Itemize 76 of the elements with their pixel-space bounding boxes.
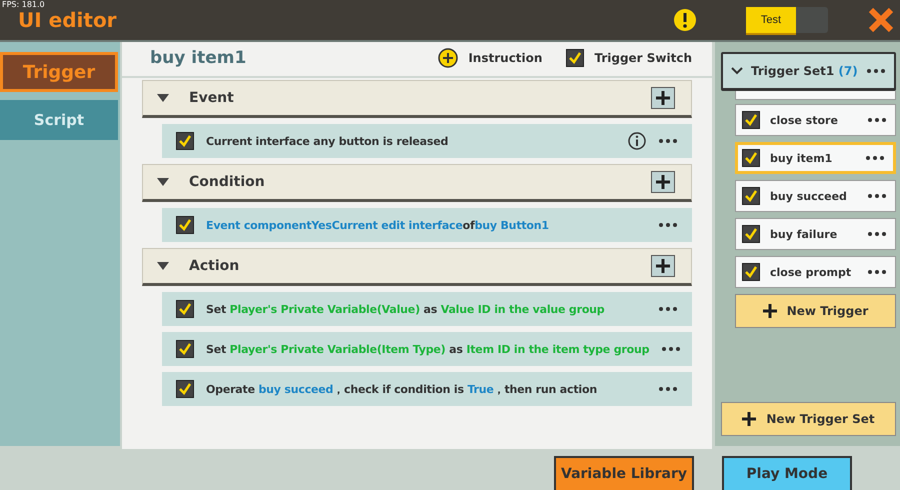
app-title: UI editor — [18, 8, 117, 32]
variable-library-button[interactable]: Variable Library — [554, 456, 694, 490]
close-icon[interactable] — [868, 7, 894, 33]
checkbox[interactable] — [176, 380, 194, 398]
rule-text: Set Player's Private Variable(Item Type) as Item ID in the item type group — [206, 342, 650, 356]
trigger-name: close store — [770, 114, 839, 126]
plus-icon — [656, 91, 670, 105]
rule-text: Operate buy succeed，check if condition is True，then run action — [206, 382, 598, 396]
section-header[interactable]: Condition — [142, 164, 692, 202]
more-icon[interactable] — [661, 346, 682, 352]
more-icon[interactable] — [867, 269, 887, 275]
rule-text: Set Player's Private Variable(Value) as Value ID in the value group — [206, 302, 606, 316]
rule-row[interactable]: Current interface any button is released — [162, 124, 692, 158]
rule-text: Event componentYesCurrent edit interfaceofbuy Button1 — [206, 218, 550, 232]
fps-counter: FPS: 181.0 — [2, 0, 45, 9]
checkbox[interactable] — [742, 187, 760, 205]
new-trigger-set-button[interactable]: New Trigger Set — [721, 402, 896, 436]
trigger-item[interactable]: buy failure — [735, 218, 896, 250]
checkbox[interactable] — [742, 263, 760, 281]
section-title: Condition — [189, 174, 266, 190]
more-icon[interactable] — [867, 231, 887, 237]
checkbox[interactable] — [176, 132, 194, 150]
plus-icon — [656, 259, 670, 273]
checkbox[interactable] — [176, 300, 194, 318]
caret-icon[interactable] — [157, 262, 169, 270]
add-button[interactable] — [651, 255, 675, 277]
trigger-item[interactable]: close prompt — [735, 256, 896, 288]
info-icon[interactable] — [628, 132, 646, 150]
more-icon[interactable] — [658, 386, 678, 392]
test-toggle[interactable]: Test — [746, 7, 828, 33]
more-icon[interactable] — [658, 138, 678, 144]
plus-icon — [762, 304, 777, 318]
more-icon[interactable] — [867, 117, 887, 123]
add-button[interactable] — [651, 87, 675, 109]
add-icon[interactable] — [438, 48, 458, 68]
section-header[interactable]: Action — [142, 248, 692, 286]
more-icon[interactable] — [866, 68, 886, 74]
rule-text: Current interface any button is released — [206, 134, 450, 148]
trigger-name: buy failure — [770, 228, 838, 240]
chevron-icon[interactable] — [731, 67, 743, 75]
trigger-name: buy succeed — [770, 190, 848, 202]
trigger-switch-label: Trigger Switch — [594, 51, 692, 65]
checkbox[interactable] — [742, 225, 760, 243]
rule-row[interactable]: Set Player's Private Variable(Item Type) as Item ID in the item type group — [162, 332, 692, 366]
trigger-name: buy item1 — [770, 152, 834, 164]
instruction-label: Instruction — [468, 51, 542, 65]
trigger-name: close prompt — [770, 266, 852, 278]
warning-icon[interactable] — [674, 9, 696, 31]
checkbox[interactable] — [176, 216, 194, 234]
more-icon[interactable] — [658, 306, 678, 312]
trigger-item[interactable]: buy item1 — [735, 142, 896, 174]
more-icon[interactable] — [658, 222, 678, 228]
caret-icon[interactable] — [157, 94, 169, 102]
trigger-item[interactable]: buy succeed — [735, 180, 896, 212]
rule-row[interactable]: Event componentYesCurrent edit interfaceofbuy Button1 — [162, 208, 692, 242]
play-mode-button[interactable]: Play Mode — [722, 456, 852, 490]
section-title: Action — [189, 258, 240, 274]
trigger-item[interactable]: close store — [735, 104, 896, 136]
checkbox[interactable] — [742, 149, 760, 167]
checkbox[interactable] — [176, 340, 194, 358]
caret-icon[interactable] — [157, 178, 169, 186]
more-icon[interactable] — [865, 155, 885, 161]
trigger-set-header[interactable]: Trigger Set1 (7) — [721, 52, 896, 91]
rule-row[interactable]: Set Player's Private Variable(Value) as Value ID in the value group — [162, 292, 692, 326]
section-header[interactable]: Event — [142, 80, 692, 118]
section-title: Event — [189, 90, 235, 106]
plus-icon — [656, 175, 670, 189]
checkbox[interactable] — [742, 111, 760, 129]
more-icon[interactable] — [867, 193, 887, 199]
trigger-set-title: Trigger Set1 (7) — [751, 64, 858, 78]
add-button[interactable] — [651, 171, 675, 193]
trigger-title: buy item1 — [150, 48, 248, 68]
plus-icon — [742, 412, 756, 426]
rule-row[interactable]: Operate buy succeed，check if condition is True，then run action — [162, 372, 692, 406]
checkbox[interactable] — [566, 49, 584, 67]
new-trigger-button[interactable]: New Trigger — [735, 294, 896, 328]
